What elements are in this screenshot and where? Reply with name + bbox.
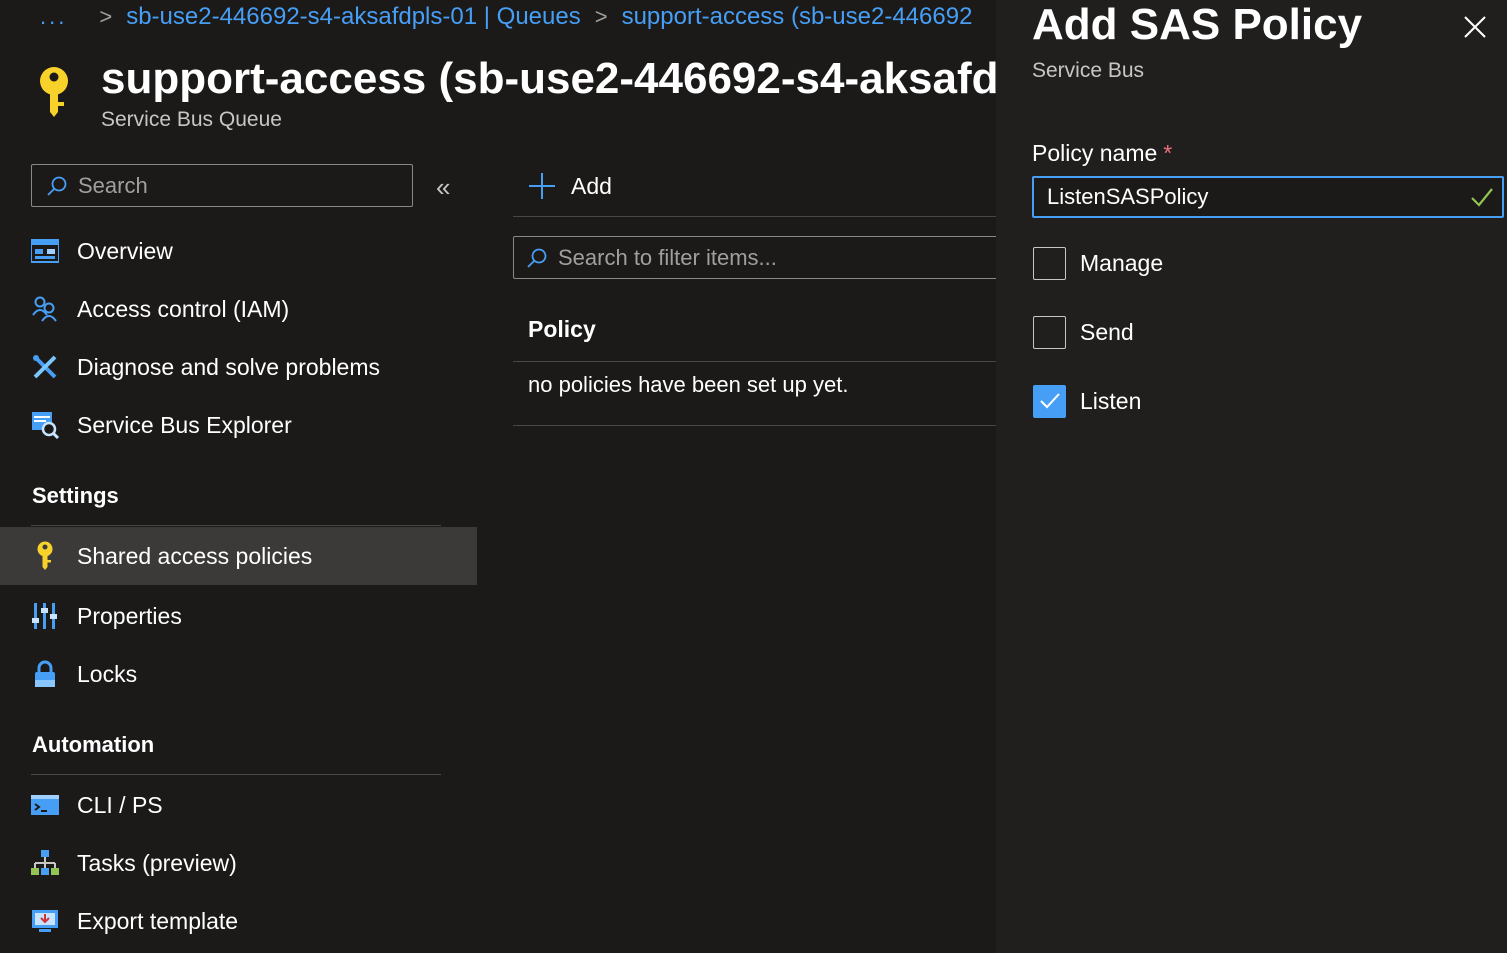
content-area: Add Policy no policies have been set up … xyxy=(513,150,996,450)
nav-item-shared-access-policies[interactable]: Shared access policies xyxy=(0,527,477,585)
filter-box[interactable] xyxy=(513,236,996,279)
nav-item-label: Locks xyxy=(77,660,138,687)
search-icon xyxy=(47,176,67,196)
nav-item-label: Tasks (preview) xyxy=(77,849,237,876)
nav-item-locks[interactable]: Locks xyxy=(0,645,477,703)
nav-item-tasks[interactable]: Tasks (preview) xyxy=(0,834,477,892)
breadcrumb: ... > sb-use2-446692-s4-aksafdpls-01 | Q… xyxy=(40,2,972,32)
manage-checkbox-label: Manage xyxy=(1080,249,1164,276)
breadcrumb-link-queue[interactable]: support-access (sb-use2-446692 xyxy=(622,3,973,31)
add-button[interactable]: Add xyxy=(527,168,612,204)
close-icon[interactable] xyxy=(1462,14,1488,40)
breadcrumb-link-queues[interactable]: sb-use2-446692-s4-aksafdpls-01 | Queues xyxy=(126,3,581,31)
divider xyxy=(513,216,996,217)
required-marker: * xyxy=(1163,140,1173,166)
panel-title: Add SAS Policy xyxy=(1032,0,1363,49)
page-header: support-access (sb-use2-446692-s4-aksafd… xyxy=(28,52,996,142)
divider xyxy=(513,361,996,362)
nav-item-label: Diagnose and solve problems xyxy=(77,353,381,380)
divider xyxy=(31,774,441,775)
send-checkbox-row[interactable]: Send xyxy=(1033,315,1134,349)
iam-icon xyxy=(30,294,60,324)
nav-item-export-template[interactable]: Export template xyxy=(0,892,477,950)
nav-item-label: Service Bus Explorer xyxy=(77,411,292,438)
policy-name-label: Policy name * xyxy=(1032,140,1172,167)
nav-item-label: Access control (IAM) xyxy=(77,295,290,322)
nav-item-cli-ps[interactable]: CLI / PS xyxy=(0,776,477,834)
divider xyxy=(513,425,996,426)
search-icon xyxy=(527,248,547,268)
manage-checkbox-row[interactable]: Manage xyxy=(1033,246,1163,280)
nav-item-label: CLI / PS xyxy=(77,791,163,818)
add-button-label: Add xyxy=(571,172,612,199)
collapse-nav-button[interactable]: « xyxy=(436,172,450,203)
key-icon xyxy=(30,541,60,571)
section-heading-settings: Settings xyxy=(32,483,119,508)
page-subtitle: Service Bus Queue xyxy=(101,108,282,131)
plus-icon xyxy=(529,173,555,199)
key-icon xyxy=(40,67,68,117)
filter-input[interactable] xyxy=(558,244,978,271)
policy-name-field[interactable] xyxy=(1032,176,1504,218)
checkmark-icon xyxy=(1039,393,1060,409)
nav-search-box[interactable] xyxy=(31,164,413,207)
manage-checkbox[interactable] xyxy=(1033,246,1066,280)
add-sas-policy-panel: Add SAS Policy Service Bus Policy name * … xyxy=(996,0,1507,953)
cli-icon xyxy=(30,790,60,820)
divider xyxy=(31,525,441,526)
breadcrumb-ellipsis[interactable]: ... xyxy=(40,4,67,30)
nav-item-label: Export template xyxy=(77,907,239,934)
nav-item-explorer[interactable]: Service Bus Explorer xyxy=(0,396,477,454)
policy-name-label-text: Policy name xyxy=(1032,140,1158,166)
nav-item-label: Overview xyxy=(77,237,173,264)
empty-message: no policies have been set up yet. xyxy=(528,372,849,397)
listen-checkbox-row[interactable]: Listen xyxy=(1033,384,1141,418)
left-nav: « Overview xyxy=(0,150,477,953)
properties-icon xyxy=(30,601,60,631)
main-area: ... > sb-use2-446692-s4-aksafdpls-01 | Q… xyxy=(0,0,996,953)
nav-item-label: Shared access policies xyxy=(77,542,313,569)
listen-checkbox-label: Listen xyxy=(1080,387,1142,414)
nav-item-properties[interactable]: Properties xyxy=(0,587,477,645)
listen-checkbox[interactable] xyxy=(1033,384,1066,418)
policy-name-input[interactable] xyxy=(1047,184,1447,210)
export-icon xyxy=(30,906,60,936)
tasks-icon xyxy=(30,848,60,878)
section-heading-automation: Automation xyxy=(32,732,155,757)
nav-item-label: Properties xyxy=(77,602,182,629)
overview-icon xyxy=(30,236,60,266)
nav-item-diagnose[interactable]: Diagnose and solve problems xyxy=(0,338,477,396)
chevron-right-icon: > xyxy=(99,4,113,29)
nav-item-overview[interactable]: Overview xyxy=(0,222,477,280)
column-header-policy[interactable]: Policy xyxy=(528,316,596,343)
explorer-icon xyxy=(30,410,60,440)
send-checkbox[interactable] xyxy=(1033,315,1066,349)
nav-item-iam[interactable]: Access control (IAM) xyxy=(0,280,477,338)
wrench-icon xyxy=(30,352,60,382)
page-title: support-access (sb-use2-446692-s4-aksafd… xyxy=(101,54,996,103)
chevron-right-icon: > xyxy=(594,4,608,29)
panel-subtitle: Service Bus xyxy=(1032,59,1145,82)
send-checkbox-label: Send xyxy=(1080,318,1134,345)
nav-search-input[interactable] xyxy=(78,172,378,199)
lock-icon xyxy=(30,659,60,689)
checkmark-icon xyxy=(1471,188,1493,207)
